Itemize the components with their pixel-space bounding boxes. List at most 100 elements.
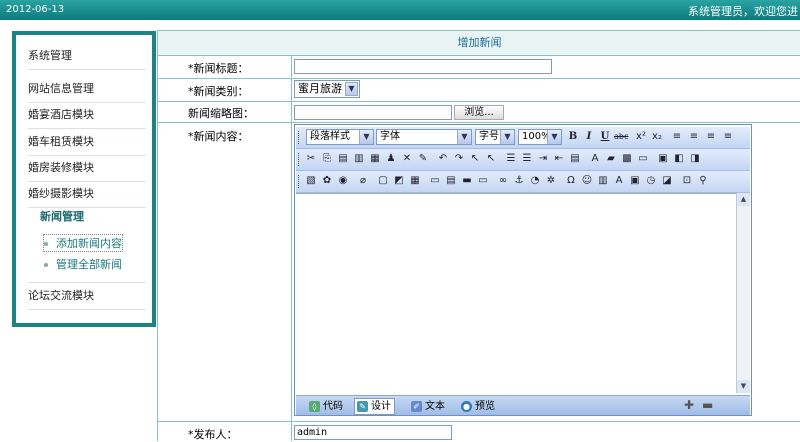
current-date: 2012-06-13: [6, 4, 65, 15]
paste-text-icon[interactable]: ▥: [352, 152, 366, 166]
cut-icon[interactable]: ✂: [304, 152, 318, 166]
news-title-input[interactable]: [294, 59, 552, 74]
editor-scrollbar[interactable]: ▲ ▼: [736, 193, 750, 393]
browse-button[interactable]: 浏览...: [454, 105, 504, 120]
time-icon[interactable]: ◷: [644, 174, 658, 188]
copy-format-icon[interactable]: ◧: [672, 152, 686, 166]
mode-preview-button[interactable]: ● 预览: [458, 398, 499, 415]
sidebar-item-forum[interactable]: 论坛交流模块: [28, 282, 146, 310]
paste-format-icon[interactable]: ◨: [688, 152, 702, 166]
indent-icon[interactable]: ⇥: [536, 152, 550, 166]
font-size-select[interactable]: 字号 ▼: [475, 129, 515, 145]
publisher-input[interactable]: admin: [294, 425, 452, 440]
map-icon[interactable]: ◔: [528, 174, 542, 188]
sidebar-item-add-news[interactable]: 添加新闻内容: [43, 234, 123, 252]
media-icon[interactable]: ◉: [336, 174, 350, 188]
div-icon[interactable]: ▣: [656, 152, 670, 166]
align-left-icon[interactable]: ≡: [670, 130, 684, 144]
mode-code-button[interactable]: ◊ 代码: [306, 398, 347, 415]
pointer-icon[interactable]: ↖: [484, 152, 498, 166]
highlight-icon[interactable]: ▰: [604, 152, 618, 166]
hr-icon[interactable]: ▬: [460, 174, 474, 188]
category-label: *新闻类别：: [188, 85, 249, 98]
frame-icon[interactable]: ▭: [428, 174, 442, 188]
superscript-icon[interactable]: x²: [634, 130, 648, 144]
find-icon[interactable]: ♟: [384, 152, 398, 166]
sidebar-item-system[interactable]: 系统管理: [28, 43, 146, 70]
divider: [291, 55, 292, 441]
layer-icon[interactable]: ◩: [392, 174, 406, 188]
zoom-select[interactable]: 100% ▼: [518, 129, 562, 145]
collapse-icon[interactable]: ▬: [702, 398, 713, 412]
scroll-up-icon[interactable]: ▲: [737, 193, 750, 206]
unordered-list-icon[interactable]: ☰: [520, 152, 534, 166]
template-icon[interactable]: ▢: [376, 174, 390, 188]
image-icon[interactable]: ▧: [304, 174, 318, 188]
link-icon[interactable]: ∞: [496, 174, 510, 188]
flash-icon[interactable]: ✿: [320, 174, 334, 188]
mode-design-button[interactable]: ✎ 设计: [354, 398, 395, 415]
marquee-icon[interactable]: ▭: [476, 174, 490, 188]
outdent-icon[interactable]: ⇤: [552, 152, 566, 166]
news-category-select[interactable]: 蜜月旅游 ▼: [294, 80, 360, 98]
align-center-icon[interactable]: ≡: [687, 130, 701, 144]
sidebar-item-car-rental[interactable]: 婚车租赁模块: [28, 129, 146, 156]
text-icon: ✐: [411, 401, 422, 412]
bullet-icon: [44, 242, 48, 246]
paragraph-style-value: 段落样式: [310, 131, 350, 142]
sidebar-item-decoration[interactable]: 婚房装修模块: [28, 155, 146, 182]
divider: [158, 78, 800, 79]
art-text-icon[interactable]: A: [612, 174, 626, 188]
editor-toolbar-edit: ✂ ⎘ ▤ ▥ ▦ ♟ ✕ ✎ ↶ ↷ ↖ ↖ ☰ ☰ ⇥ ⇤ ▤ A ▰ ▩ …: [296, 149, 750, 171]
paste-word-icon[interactable]: ▦: [368, 152, 382, 166]
redo-icon[interactable]: ↷: [452, 152, 466, 166]
date-icon[interactable]: ▣: [628, 174, 642, 188]
paragraph-style-select[interactable]: 段落样式 ▼: [306, 129, 374, 145]
strikethrough-icon[interactable]: abc: [614, 130, 628, 144]
emoticon-icon[interactable]: ☺: [580, 174, 594, 188]
sidebar-item-photography[interactable]: 婚纱摄影模块: [28, 181, 146, 208]
excel-icon[interactable]: ▥: [596, 174, 610, 188]
editor-content-area[interactable]: [296, 193, 736, 394]
subscript-icon[interactable]: x₂: [650, 130, 664, 144]
block-icon[interactable]: ▤: [568, 152, 582, 166]
clear-format-icon[interactable]: ✎: [416, 152, 430, 166]
form-icon[interactable]: ▤: [444, 174, 458, 188]
ordered-list-icon[interactable]: ☰: [504, 152, 518, 166]
fullscreen-icon[interactable]: ⊡: [680, 174, 694, 188]
mode-label: 预览: [475, 401, 495, 412]
expand-icon[interactable]: ✚: [684, 398, 694, 412]
underline-icon[interactable]: U: [598, 130, 612, 144]
anchor-icon[interactable]: ⚓: [512, 174, 526, 188]
copy-icon[interactable]: ⎘: [320, 152, 334, 166]
align-right-icon[interactable]: ≡: [704, 130, 718, 144]
bold-icon[interactable]: B: [566, 130, 580, 144]
mode-label: 代码: [323, 401, 343, 412]
align-justify-icon[interactable]: ≡: [721, 130, 735, 144]
help-icon[interactable]: ⚲: [696, 174, 710, 188]
select-icon[interactable]: ↖: [468, 152, 482, 166]
thumbnail-file-input[interactable]: [294, 105, 452, 120]
table-icon[interactable]: ▦: [408, 174, 422, 188]
attachment-icon[interactable]: ⌀: [356, 174, 370, 188]
border-icon[interactable]: ▭: [636, 152, 650, 166]
font-select[interactable]: 字体 ▼: [376, 129, 472, 145]
sidebar-item-site-info[interactable]: 网站信息管理: [28, 76, 146, 103]
mode-text-button[interactable]: ✐ 文本: [408, 398, 449, 415]
italic-icon[interactable]: I: [582, 130, 596, 144]
sidebar-item-label: 添加新闻内容: [56, 237, 122, 250]
text-color-icon[interactable]: A: [588, 152, 602, 166]
top-bar: 2012-06-13 系统管理员，欢迎您进: [0, 0, 800, 20]
background-color-icon[interactable]: ▩: [620, 152, 634, 166]
unlink-icon[interactable]: ✲: [544, 174, 558, 188]
sidebar-item-hotel[interactable]: 婚宴酒店模块: [28, 102, 146, 129]
html-icon[interactable]: ◪: [660, 174, 674, 188]
add-news-form: 增加新闻 *新闻标题： *新闻类别： 蜜月旅游 ▼ 新闻缩略图： 浏览... *…: [157, 30, 800, 441]
sidebar-item-manage-news[interactable]: 管理全部新闻: [44, 256, 122, 272]
paste-icon[interactable]: ▤: [336, 152, 350, 166]
delete-icon[interactable]: ✕: [400, 152, 414, 166]
undo-icon[interactable]: ↶: [436, 152, 450, 166]
special-char-icon[interactable]: Ω: [564, 174, 578, 188]
font-size-value: 字号: [479, 131, 499, 142]
scroll-down-icon[interactable]: ▼: [737, 380, 750, 393]
